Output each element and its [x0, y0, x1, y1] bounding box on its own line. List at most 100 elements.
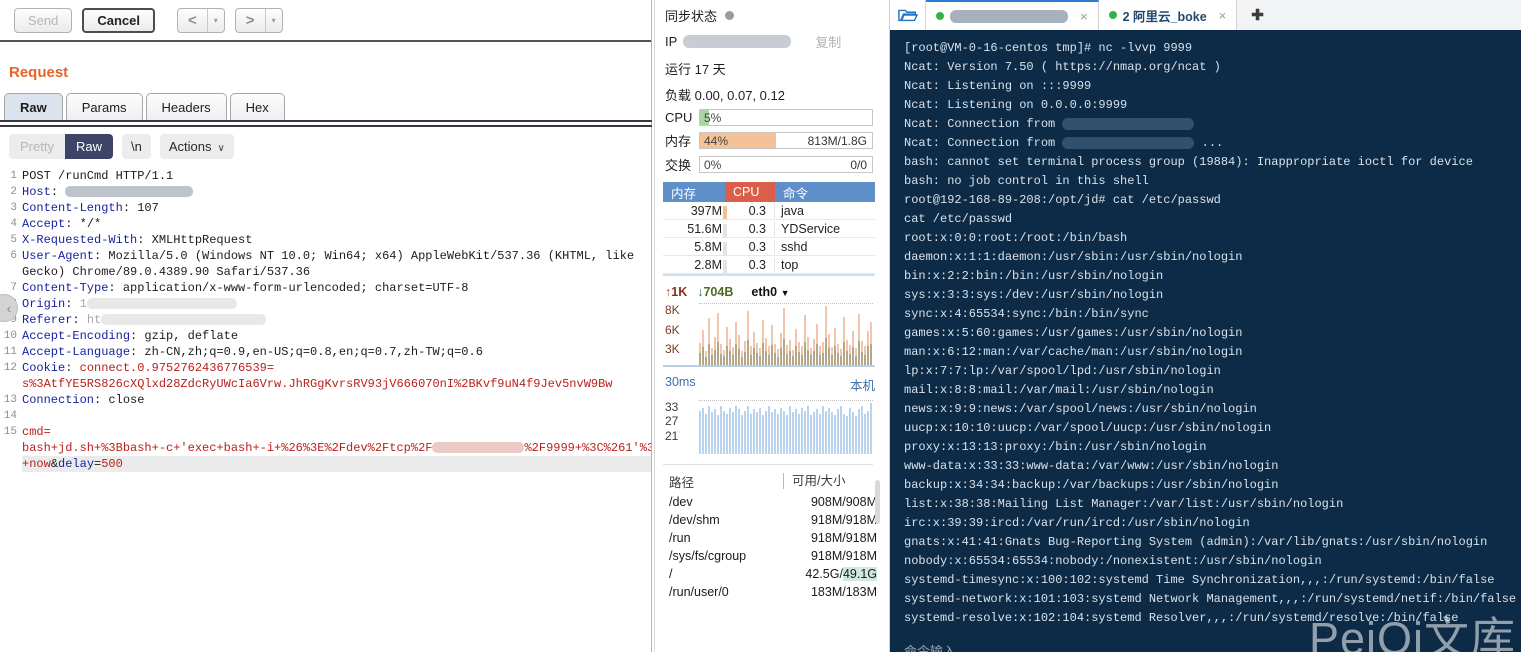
terminal-line: systemd-network:x:101:103:systemd Networ…	[904, 592, 1517, 606]
tab-hex[interactable]: Hex	[229, 93, 285, 120]
terminal-line: backup:x:34:34:backup:/var/backups:/usr/…	[904, 478, 1279, 492]
terminal-line: systemd-timesync:x:100:102:systemd Time …	[904, 573, 1495, 587]
process-col-command[interactable]: 命令	[775, 183, 875, 202]
disk-row[interactable]: /sys/fs/cgroup 918M/918M	[663, 547, 879, 565]
terminal-tab-1[interactable]: ×	[926, 0, 1099, 30]
copy-ip-button[interactable]: 复制	[815, 32, 841, 51]
ping-bar	[846, 416, 848, 454]
y-axis-tick: 8K	[665, 303, 680, 317]
line-number: 3	[10, 202, 17, 214]
burp-request-panel: Send Cancel < ▾ > ▾ Request Raw Params Hea…	[0, 0, 652, 652]
process-table-header[interactable]: 内存 CPU 命令	[663, 182, 875, 202]
disk-row[interactable]: /dev 908M/908M	[663, 493, 879, 511]
terminal-line: lp:x:7:7:lp:/var/spool/lpd:/usr/sbin/nol…	[904, 364, 1221, 378]
ping-bar	[834, 415, 836, 454]
net-bar	[849, 304, 851, 365]
request-line: 7 Content-Type: application/x-www-form-ur…	[0, 280, 651, 296]
redacted-value	[1062, 117, 1195, 130]
net-bar	[843, 304, 845, 365]
close-tab-icon[interactable]: ×	[1219, 8, 1227, 23]
net-bar	[753, 304, 755, 365]
process-col-memory[interactable]: 内存	[663, 183, 725, 202]
disk-size: 183M/183M	[810, 585, 877, 599]
net-bar	[810, 304, 812, 365]
request-line: 11 Accept-Language: zh-CN,zh;q=0.9,en-US;…	[0, 344, 651, 360]
terminal-line: uucp:x:10:10:uucp:/var/spool/uucp:/usr/s…	[904, 421, 1272, 435]
ping-bar	[762, 415, 764, 454]
terminal-screen[interactable]: [root@VM-0-16-centos tmp]# nc -lvvp 9999…	[890, 30, 1521, 652]
redacted-value	[101, 314, 267, 326]
ip-row: IP 复制	[655, 32, 881, 51]
terminal-line: bash: no job control in this shell	[904, 174, 1149, 188]
process-col-cpu[interactable]: CPU	[725, 182, 775, 202]
line-number: 5	[10, 234, 17, 246]
process-cpu: 0.3	[725, 221, 775, 236]
ping-bar	[765, 410, 767, 454]
tab-raw[interactable]: Raw	[4, 93, 63, 120]
process-memory: 51.6M	[663, 222, 727, 237]
net-bar	[852, 304, 854, 365]
back-dropdown-icon[interactable]: ▾	[208, 9, 224, 32]
history-back-button[interactable]: < ▾	[177, 8, 225, 33]
history-forward-button[interactable]: > ▾	[234, 8, 283, 33]
net-bar	[714, 304, 716, 365]
terminal-line: list:x:38:38:Mailing List Manager:/var/l…	[904, 497, 1344, 511]
disk-row[interactable]: /run 918M/918M	[663, 529, 879, 547]
ping-bar	[705, 413, 707, 454]
net-bar	[729, 304, 731, 365]
disk-row[interactable]: / 42.5G/49.1G	[663, 565, 879, 583]
net-bar	[708, 304, 710, 365]
scrollbar-thumb[interactable]	[875, 480, 880, 524]
ping-bar	[732, 412, 734, 454]
terminal-tab-2[interactable]: 2 阿里云_boke ×	[1098, 0, 1238, 30]
interface-dropdown[interactable]: eth0 ▼	[751, 285, 789, 299]
open-session-button[interactable]	[890, 0, 926, 30]
request-line: 8Origin: 1	[0, 296, 651, 312]
raw-toggle[interactable]: Raw	[64, 134, 113, 159]
tab-params[interactable]: Params	[65, 93, 143, 120]
memory-mini-bar	[723, 223, 727, 237]
terminal-line: gnats:x:41:41:Gnats Bug-Reporting System…	[904, 535, 1488, 549]
net-bar	[705, 304, 707, 365]
forward-dropdown-icon[interactable]: ▾	[266, 9, 282, 32]
process-row[interactable]: 5.8M 0.3 sshd	[663, 238, 875, 256]
newline-toggle[interactable]: \n	[121, 134, 151, 159]
ping-bar	[771, 412, 773, 454]
ping-bar	[753, 409, 755, 454]
cancel-button[interactable]: Cancel	[82, 8, 156, 33]
terminal-line: news:x:9:9:news:/var/spool/news:/usr/sbi…	[904, 402, 1257, 416]
ping-bar	[804, 410, 806, 454]
ping-bar	[750, 413, 752, 454]
net-bar	[798, 304, 800, 365]
net-bar	[762, 304, 764, 365]
process-memory: 2.8M	[663, 258, 727, 273]
ping-bar	[789, 406, 791, 454]
sync-status-label: 同步状态	[665, 9, 718, 24]
close-tab-icon[interactable]: ×	[1080, 9, 1088, 24]
terminal-line: nobody:x:65534:65534:nobody:/nonexistent…	[904, 554, 1322, 568]
ping-host-label[interactable]: 本机	[850, 375, 875, 394]
command-input-hint[interactable]: 命令输入	[904, 642, 956, 652]
actions-button[interactable]: Actions ∨	[159, 134, 234, 159]
new-tab-button[interactable]: ✚	[1237, 0, 1278, 30]
ping-header-row: 30ms 本机	[655, 375, 881, 394]
tab-headers[interactable]: Headers	[145, 93, 227, 120]
redacted-value	[432, 442, 525, 454]
request-line: 12 Cookie: connect.0.9752762436776539=	[0, 360, 651, 376]
pretty-toggle[interactable]: Pretty	[9, 134, 65, 159]
y-axis-tick: 6K	[665, 323, 680, 337]
request-editor[interactable]: 1 POST /runCmd HTTP/1.1 2 Host: 3 Content-Le…	[0, 168, 651, 472]
send-button[interactable]: Send	[14, 8, 73, 33]
process-table: 内存 CPU 命令 397M 0.3 java 51.6M 0.3 YDService 5.…	[663, 182, 875, 276]
terminal-line: [root@VM-0-16-centos tmp]# nc -lvvp 9999	[904, 41, 1193, 55]
process-row[interactable]: 2.8M 0.3 top	[663, 256, 875, 274]
ping-bar	[774, 409, 776, 454]
terminal-line: bash: cannot set terminal process group …	[904, 155, 1473, 169]
process-row[interactable]: 397M 0.3 java	[663, 202, 875, 220]
memory-label: 内存	[665, 134, 692, 149]
disk-row[interactable]: /dev/shm 918M/918M	[663, 511, 879, 529]
process-row[interactable]: 51.6M 0.3 YDService	[663, 220, 875, 238]
disk-row[interactable]: /run/user/0 183M/183M	[663, 583, 879, 601]
net-bar	[711, 304, 713, 365]
line-number: 10	[3, 330, 17, 342]
